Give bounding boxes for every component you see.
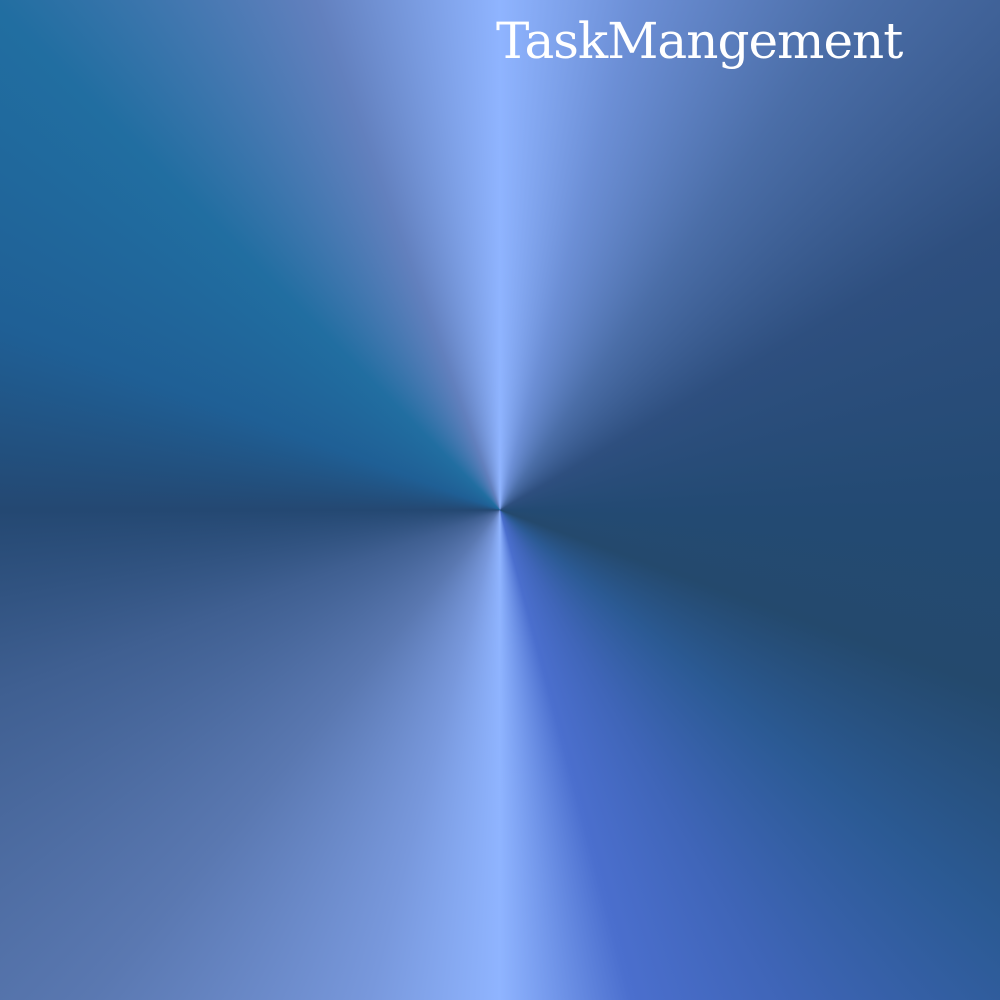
radial-gradient-background	[0, 0, 1000, 1000]
app-title: TaskMangement	[496, 12, 903, 70]
